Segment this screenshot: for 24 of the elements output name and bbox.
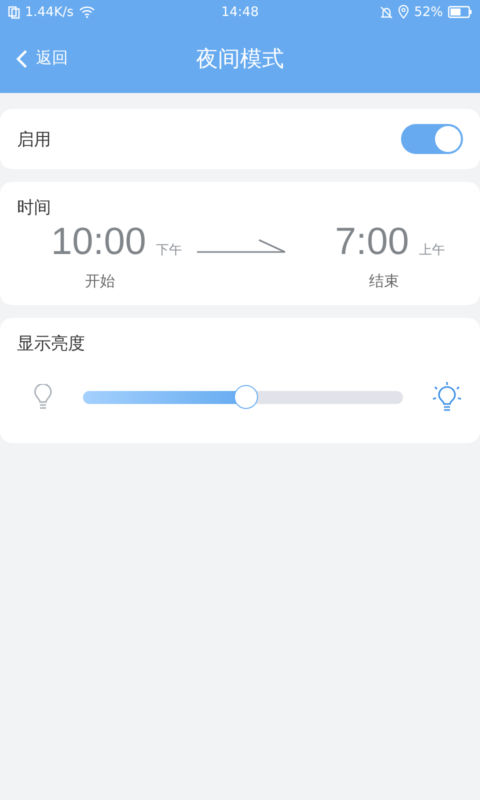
bright-bulb-icon	[431, 381, 463, 413]
start-time[interactable]: 10:00	[51, 221, 146, 264]
end-period: 上午	[419, 242, 445, 259]
brightness-heading: 显示亮度	[17, 334, 85, 354]
wifi-icon	[78, 6, 95, 18]
start-label: 开始	[85, 272, 115, 291]
chevron-left-icon	[16, 48, 28, 68]
enable-toggle[interactable]	[401, 124, 463, 154]
start-period: 下午	[156, 242, 182, 259]
end-time[interactable]: 7:00	[335, 221, 409, 264]
battery-percent: 52%	[414, 4, 443, 20]
time-heading: 时间	[17, 198, 51, 218]
location-icon	[398, 5, 410, 19]
slider-thumb[interactable]	[234, 385, 258, 409]
back-button[interactable]: 返回	[0, 48, 68, 69]
end-label: 结束	[369, 272, 400, 291]
bell-muted-icon	[380, 6, 394, 18]
sim-card-icon	[8, 6, 20, 18]
network-speed: 1.44K/s	[25, 4, 74, 20]
status-time: 14:48	[221, 4, 259, 20]
page-title: 夜间模式	[196, 46, 284, 74]
battery-icon	[448, 6, 472, 18]
enable-label: 启用	[17, 128, 51, 150]
dim-bulb-icon	[33, 384, 53, 410]
